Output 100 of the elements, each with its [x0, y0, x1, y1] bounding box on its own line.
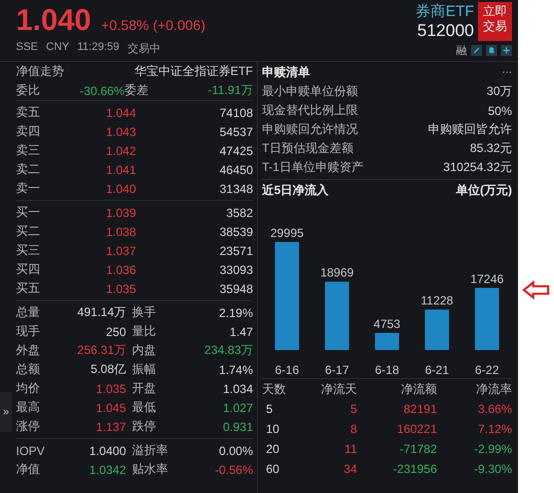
table-cell-text: 20	[265, 442, 280, 456]
ask-volume: 74108	[218, 106, 253, 120]
quote-label: 委比	[16, 82, 41, 99]
category-label: 6-18	[374, 363, 400, 377]
fund-name: 华宝中证全指证券ETF	[134, 63, 253, 80]
table-cell-text: -231956	[392, 462, 437, 476]
subscription-label: T日预估现金差额	[262, 140, 354, 157]
stat-value: 1.47	[228, 324, 253, 338]
bid-price: 1.037	[104, 244, 136, 258]
stat-label: 涨停	[16, 418, 41, 435]
bid-volume: 3582	[225, 206, 253, 220]
stat-label: 最高	[16, 399, 41, 416]
bid-volume: 23571	[218, 244, 253, 258]
stat-value: 1.034	[222, 382, 253, 396]
table-cell-text: 34	[342, 462, 357, 476]
ask-volume: 47425	[218, 144, 253, 158]
market-info: 11:29:59	[77, 41, 120, 55]
bid-level-label: 买五	[16, 280, 41, 297]
bar-value-label: 4753	[374, 316, 400, 331]
stat-label: 跌停	[131, 418, 157, 435]
quote-value: -11.91万	[206, 82, 253, 99]
bid-price: 1.039	[104, 206, 136, 220]
stat-label: 均价	[16, 380, 41, 397]
subscription-value: 50%	[488, 104, 512, 118]
ask-level-label: 卖五	[16, 104, 41, 121]
ask-volume: 31348	[218, 182, 253, 196]
ask-volume: 46450	[218, 162, 253, 176]
table-cell-text: 8	[349, 422, 357, 436]
subscription-label: 最小申赎单位份额	[262, 83, 358, 100]
bar	[475, 288, 499, 350]
table-cell-text: 5	[349, 402, 357, 416]
stat-value: 250	[104, 324, 126, 338]
table-cell-text: 82191	[402, 402, 437, 416]
ask-volume: 54537	[218, 124, 253, 138]
stat-value: 1.027	[222, 400, 253, 414]
category-label: 6-16	[274, 363, 300, 377]
bar	[375, 332, 399, 350]
bar	[425, 310, 449, 350]
stat-label: 最低	[131, 399, 157, 416]
subscription-value: 85.32元	[470, 140, 512, 157]
stat-value: 256.31万	[76, 342, 126, 359]
section-title: 近5日净流入	[262, 182, 329, 198]
stat-label: 净值	[16, 461, 41, 478]
stat-label: 外盘	[16, 342, 41, 359]
table-cell-text: -2.99%	[472, 442, 512, 456]
column-header: 天数	[262, 380, 287, 398]
trade-button[interactable]: 立即 交易	[478, 2, 512, 41]
table-cell-text: 160221	[396, 422, 437, 436]
side-toggle[interactable]: »	[0, 392, 12, 432]
market-info: SSE	[16, 41, 38, 55]
add-icon[interactable]	[501, 45, 512, 56]
stat-label: 总额	[16, 361, 41, 378]
bid-price: 1.038	[104, 224, 136, 238]
bid-price: 1.036	[104, 262, 136, 276]
category-label: 6-21	[424, 363, 450, 377]
ask-level-label: 卖二	[16, 161, 41, 178]
bid-level-label: 买一	[16, 204, 41, 221]
stat-label: 量比	[131, 323, 157, 340]
stat-value: 0.00%	[218, 444, 253, 458]
bar-value-label: 11228	[420, 294, 454, 308]
edit-icon[interactable]	[471, 45, 482, 56]
table-cell-text: -71782	[398, 442, 437, 456]
table-cell-text: 10	[265, 422, 280, 436]
category-label: 6-17	[324, 363, 350, 377]
bid-volume: 38539	[218, 224, 253, 238]
stat-label: 换手	[131, 304, 157, 321]
stat-label: 总量	[16, 304, 41, 321]
fund-short-name: 券商ETF	[416, 2, 474, 21]
bar-value-label: 18969	[320, 266, 354, 280]
stat-value: 1.0400	[88, 444, 126, 458]
price-change: +0.58% (+0.006)	[101, 17, 206, 33]
table-cell-text: 11	[344, 442, 357, 456]
ask-price: 1.043	[104, 124, 136, 138]
price: 1.040	[16, 4, 92, 38]
stat-value: 1.035	[94, 382, 126, 396]
bell-icon[interactable]	[486, 45, 497, 56]
stat-value: 1.74%	[218, 362, 253, 376]
ask-level-label: 卖一	[16, 180, 41, 197]
quote-label: 委差	[124, 82, 150, 99]
bid-level-label: 买四	[16, 261, 41, 278]
bid-level-label: 买二	[16, 223, 41, 240]
ask-price: 1.042	[104, 144, 136, 158]
subscription-value: 申购赎回皆允许	[428, 121, 512, 138]
stat-label: 开盘	[131, 380, 157, 397]
subscription-value: 30万	[486, 83, 512, 100]
more-button[interactable]: ···	[502, 66, 512, 78]
stat-value: 1.0342	[88, 462, 126, 476]
ask-price: 1.040	[104, 182, 136, 196]
market-info: 交易中	[127, 42, 160, 56]
fund-code: 512000	[417, 21, 474, 41]
market-info: CNY	[46, 41, 70, 55]
stat-value: -0.56%	[214, 462, 253, 476]
bar	[325, 282, 349, 350]
annotation-arrow	[522, 280, 550, 300]
stat-value: 491.14万	[76, 304, 126, 321]
section-title: 申赎清单	[262, 64, 310, 80]
unit-label: 单位(万元)	[456, 182, 512, 198]
stat-value: 1.137	[94, 420, 126, 434]
stat-label: 溢折率	[131, 442, 169, 459]
ask-level-label: 卖四	[16, 123, 41, 140]
